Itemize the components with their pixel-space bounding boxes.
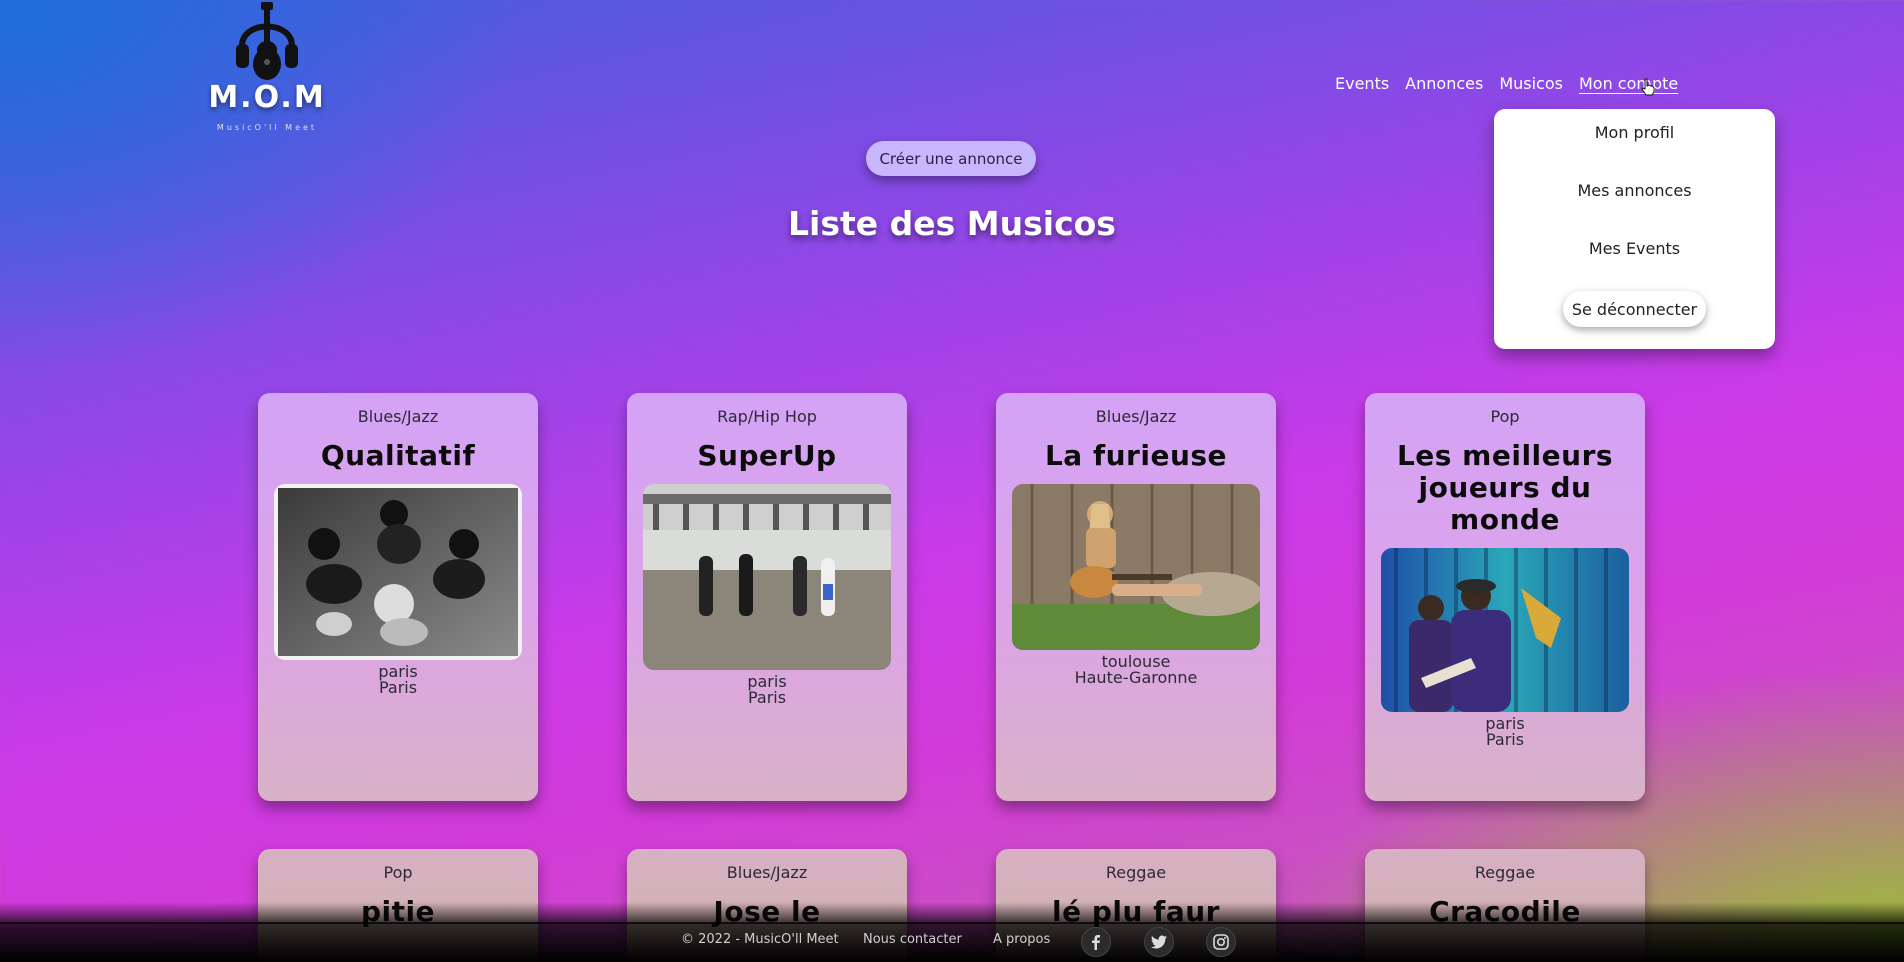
nav-musicos[interactable]: Musicos: [1499, 74, 1563, 93]
card-photo: [643, 484, 891, 670]
site-logo[interactable]: M.O.M MusicO'll Meet: [200, 2, 334, 142]
card-title: Qualitatif: [320, 439, 476, 472]
musico-card[interactable]: Blues/Jazz La furieuse toulouse Haute-Ga…: [996, 393, 1276, 801]
card-region: Paris: [378, 678, 418, 697]
card-title: Les meilleurs joueurs du monde: [1396, 439, 1614, 536]
dropdown-item-mes-events[interactable]: Mes Events: [1494, 239, 1775, 258]
logout-button[interactable]: Se déconnecter: [1563, 291, 1706, 327]
musico-card[interactable]: Rap/Hip Hop SuperUp paris Paris: [627, 393, 907, 801]
create-annonce-button[interactable]: Créer une annonce: [866, 141, 1036, 176]
card-genre: Blues/Jazz: [1095, 407, 1177, 426]
card-genre: Reggae: [1474, 863, 1536, 882]
card-photo: [274, 484, 522, 660]
nav-annonces[interactable]: Annonces: [1405, 74, 1483, 93]
main-nav: Events Annonces Musicos Mon compte: [1335, 74, 1678, 93]
footer-copyright: © 2022 - MusicO'll Meet: [681, 932, 839, 947]
facebook-icon[interactable]: [1081, 927, 1111, 957]
dropdown-item-mes-annonces[interactable]: Mes annonces: [1494, 181, 1775, 200]
card-photo: [1012, 484, 1260, 650]
guitar-headphones-icon: [236, 2, 298, 80]
nav-mon-compte[interactable]: Mon compte: [1579, 74, 1678, 93]
hand-cursor-icon: [1641, 78, 1655, 96]
dropdown-item-mon-profil[interactable]: Mon profil: [1494, 123, 1775, 142]
twitter-icon[interactable]: [1144, 927, 1174, 957]
card-region: Haute-Garonne: [1074, 668, 1198, 687]
card-genre: Blues/Jazz: [726, 863, 808, 882]
logo-text: M.O.M: [208, 80, 326, 115]
site-footer: © 2022 - MusicO'll Meet Nous contacter A…: [0, 922, 1904, 962]
card-region: Paris: [1485, 730, 1525, 749]
card-title: La furieuse: [1044, 439, 1228, 472]
instagram-icon[interactable]: [1206, 927, 1236, 957]
card-genre: Reggae: [1105, 863, 1167, 882]
musico-card[interactable]: Pop Les meilleurs joueurs du monde paris…: [1365, 393, 1645, 801]
card-region: Paris: [747, 688, 787, 707]
card-genre: Pop: [383, 863, 413, 882]
footer-fade: [0, 902, 1904, 924]
card-genre: Rap/Hip Hop: [717, 407, 817, 426]
card-photo: [1381, 548, 1629, 712]
card-title: SuperUp: [697, 439, 837, 472]
account-dropdown: Mon profil Mes annonces Mes Events Se dé…: [1494, 109, 1775, 349]
card-genre: Blues/Jazz: [357, 407, 439, 426]
card-genre: Pop: [1490, 407, 1520, 426]
nav-events[interactable]: Events: [1335, 74, 1389, 93]
footer-about-link[interactable]: A propos: [993, 932, 1050, 947]
footer-contact-link[interactable]: Nous contacter: [863, 932, 962, 947]
logo-tagline: MusicO'll Meet: [216, 123, 318, 132]
musico-card[interactable]: Blues/Jazz Qualitatif paris Paris: [258, 393, 538, 801]
